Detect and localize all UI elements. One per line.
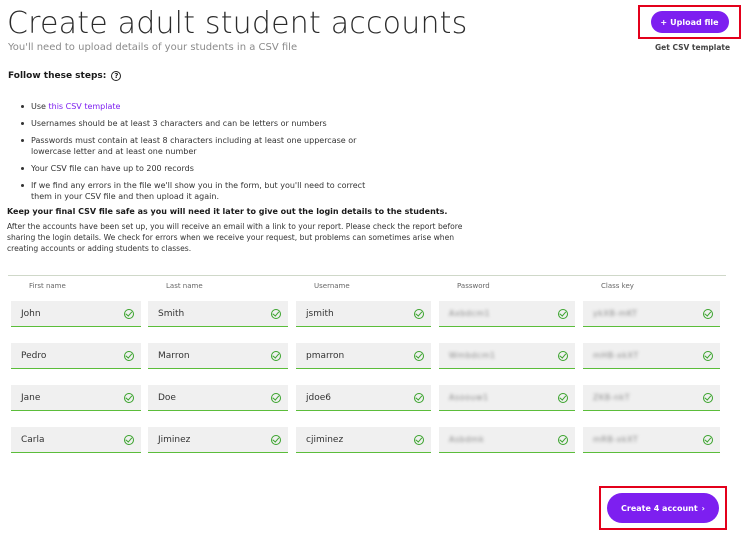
check-circle-icon <box>703 392 713 403</box>
list-item: If we find any errors in the file we'll … <box>18 180 378 202</box>
get-csv-template-link[interactable]: Get CSV template <box>655 43 730 52</box>
table-divider <box>8 275 726 276</box>
check-circle-icon <box>271 392 281 403</box>
masked-value: Wmbdcm1 <box>449 351 496 360</box>
username-field[interactable]: jsmith <box>296 301 431 327</box>
cell-value: Jane <box>21 392 41 403</box>
masked-value: ZKB-nkT <box>593 393 631 402</box>
list-item: Usernames should be at least 3 character… <box>18 118 378 129</box>
first-name-field[interactable]: Carla <box>11 427 141 453</box>
check-circle-icon <box>558 350 568 361</box>
upload-highlight-box: + Upload file <box>638 5 741 39</box>
check-circle-icon <box>124 350 134 361</box>
plus-icon: + <box>660 17 668 27</box>
col-header-password: Password <box>457 282 490 290</box>
password-field[interactable]: Axbdcm1 <box>439 301 575 327</box>
check-circle-icon <box>124 392 134 403</box>
username-field[interactable]: jdoe6 <box>296 385 431 411</box>
cell-value: Doe <box>158 392 176 403</box>
password-field[interactable]: Asbdmk <box>439 427 575 453</box>
cell-value: Smith <box>158 308 185 319</box>
masked-value: ykXB-mKT <box>593 309 638 318</box>
cell-value: pmarron <box>306 350 345 361</box>
first-name-field[interactable]: John <box>11 301 141 327</box>
check-circle-icon <box>271 308 281 319</box>
class-key-field[interactable]: ykXB-mKT <box>583 301 720 327</box>
cell-value: cjiminez <box>306 434 344 445</box>
upload-file-button[interactable]: + Upload file <box>650 11 729 33</box>
check-circle-icon <box>414 434 424 445</box>
masked-value: Asoouw1 <box>449 393 489 402</box>
first-name-field[interactable]: Pedro <box>11 343 141 369</box>
check-circle-icon <box>414 350 424 361</box>
cell-value: John <box>21 308 41 319</box>
col-header-last-name: Last name <box>166 282 203 290</box>
check-circle-icon <box>414 308 424 319</box>
last-name-field[interactable]: Smith <box>148 301 288 327</box>
masked-value: Axbdcm1 <box>449 309 491 318</box>
help-icon[interactable]: ? <box>111 71 122 81</box>
check-circle-icon <box>558 308 568 319</box>
check-circle-icon <box>703 308 713 319</box>
last-name-field[interactable]: Jiminez <box>148 427 288 453</box>
col-header-class-key: Class key <box>601 282 634 290</box>
page-subtitle: You'll need to upload details of your st… <box>8 42 298 53</box>
chevron-right-icon: › <box>701 503 705 513</box>
after-setup-note: After the accounts have been set up, you… <box>7 222 463 253</box>
first-name-field[interactable]: Jane <box>11 385 141 411</box>
class-key-field[interactable]: mRB-xkXT <box>583 427 720 453</box>
col-header-username: Username <box>314 282 350 290</box>
last-name-field[interactable]: Marron <box>148 343 288 369</box>
check-circle-icon <box>703 434 713 445</box>
password-field[interactable]: Asoouw1 <box>439 385 575 411</box>
cell-value: Pedro <box>21 350 47 361</box>
page-title: Create adult student accounts <box>7 6 468 41</box>
list-item: Your CSV file can have up to 200 records <box>18 163 378 174</box>
check-circle-icon <box>271 350 281 361</box>
check-circle-icon <box>271 434 281 445</box>
check-circle-icon <box>558 434 568 445</box>
cell-value: Marron <box>158 350 190 361</box>
list-item: Use this CSV template <box>18 101 378 112</box>
username-field[interactable]: pmarron <box>296 343 431 369</box>
masked-value: mRB-xkXT <box>593 435 639 444</box>
cell-value: jsmith <box>306 308 334 319</box>
masked-value: mHB-xkXT <box>593 351 639 360</box>
password-field[interactable]: Wmbdcm1 <box>439 343 575 369</box>
class-key-field[interactable]: mHB-xkXT <box>583 343 720 369</box>
class-key-field[interactable]: ZKB-nkT <box>583 385 720 411</box>
col-header-first-name: First name <box>29 282 66 290</box>
last-name-field[interactable]: Doe <box>148 385 288 411</box>
steps-list: Use this CSV template Usernames should b… <box>18 101 378 208</box>
steps-heading: Follow these steps: ? <box>8 71 122 81</box>
check-circle-icon <box>124 308 134 319</box>
check-circle-icon <box>703 350 713 361</box>
create-accounts-label: Create 4 account <box>621 503 698 513</box>
create-highlight-box: Create 4 account › <box>599 486 727 530</box>
csv-template-link[interactable]: this CSV template <box>49 102 121 111</box>
step-text: Use <box>31 102 49 111</box>
list-item: Passwords must contain at least 8 charac… <box>18 135 378 157</box>
steps-heading-text: Follow these steps: <box>8 71 107 81</box>
masked-value: Asbdmk <box>449 435 485 444</box>
check-circle-icon <box>414 392 424 403</box>
keep-safe-note: Keep your final CSV file safe as you wil… <box>7 207 448 216</box>
cell-value: Carla <box>21 434 45 445</box>
cell-value: Jiminez <box>158 434 191 445</box>
cell-value: jdoe6 <box>306 392 331 403</box>
username-field[interactable]: cjiminez <box>296 427 431 453</box>
create-accounts-button[interactable]: Create 4 account › <box>607 493 719 523</box>
upload-file-label: Upload file <box>670 17 719 27</box>
check-circle-icon <box>124 434 134 445</box>
check-circle-icon <box>558 392 568 403</box>
